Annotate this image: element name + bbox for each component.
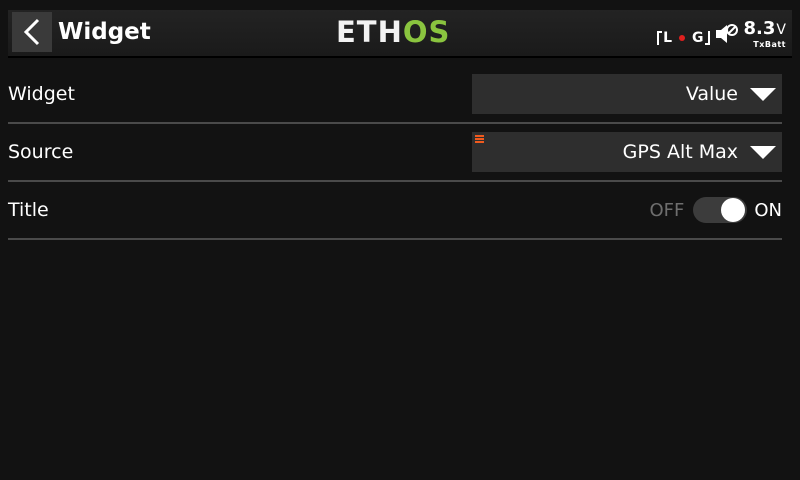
row-title: Title OFF ON bbox=[8, 182, 782, 240]
speaker-muted-icon bbox=[715, 24, 738, 43]
widget-select-value: Value bbox=[685, 83, 738, 105]
back-button[interactable] bbox=[12, 12, 52, 52]
bracket-left-icon bbox=[657, 31, 663, 45]
tx-battery: 8.3V TxBatt bbox=[743, 17, 786, 49]
page-title: Widget bbox=[58, 19, 151, 45]
battery-value: 8.3 bbox=[743, 17, 776, 39]
toggle-knob bbox=[721, 198, 746, 222]
source-select-value: GPS Alt Max bbox=[622, 141, 738, 163]
toggle-off-label: OFF bbox=[649, 199, 685, 221]
toggle-on-label: ON bbox=[754, 199, 782, 221]
logo-right: OS bbox=[402, 15, 451, 49]
lg-left-label: L bbox=[663, 30, 673, 46]
title-toggle-group: OFF ON bbox=[649, 197, 782, 223]
battery-unit: V bbox=[776, 21, 786, 38]
bracket-right-icon bbox=[704, 31, 710, 45]
logging-indicator: L G bbox=[657, 30, 710, 46]
widget-label: Widget bbox=[8, 83, 75, 105]
menu-lines-icon bbox=[475, 135, 484, 143]
triangle-down-icon bbox=[750, 88, 776, 101]
chevron-left-icon bbox=[23, 18, 40, 46]
lg-right-label: G bbox=[692, 30, 704, 46]
top-bar: Widget ETH OS L G 8.3V TxBatt bbox=[0, 0, 800, 58]
record-dot-icon bbox=[679, 35, 686, 41]
source-select[interactable]: GPS Alt Max bbox=[472, 132, 782, 172]
widget-select[interactable]: Value bbox=[472, 74, 782, 114]
title-label: Title bbox=[8, 199, 49, 221]
triangle-down-icon bbox=[750, 146, 776, 159]
row-widget: Widget Value bbox=[8, 66, 782, 124]
battery-voltage: 8.3V bbox=[743, 17, 786, 39]
battery-label: TxBatt bbox=[753, 39, 786, 49]
row-source: Source GPS Alt Max bbox=[8, 124, 782, 182]
source-label: Source bbox=[8, 141, 74, 163]
ethos-logo: ETH OS bbox=[336, 14, 450, 50]
logo-left: ETH bbox=[336, 15, 403, 49]
status-area: L G 8.3V TxBatt bbox=[657, 14, 786, 54]
title-toggle[interactable] bbox=[693, 197, 748, 223]
